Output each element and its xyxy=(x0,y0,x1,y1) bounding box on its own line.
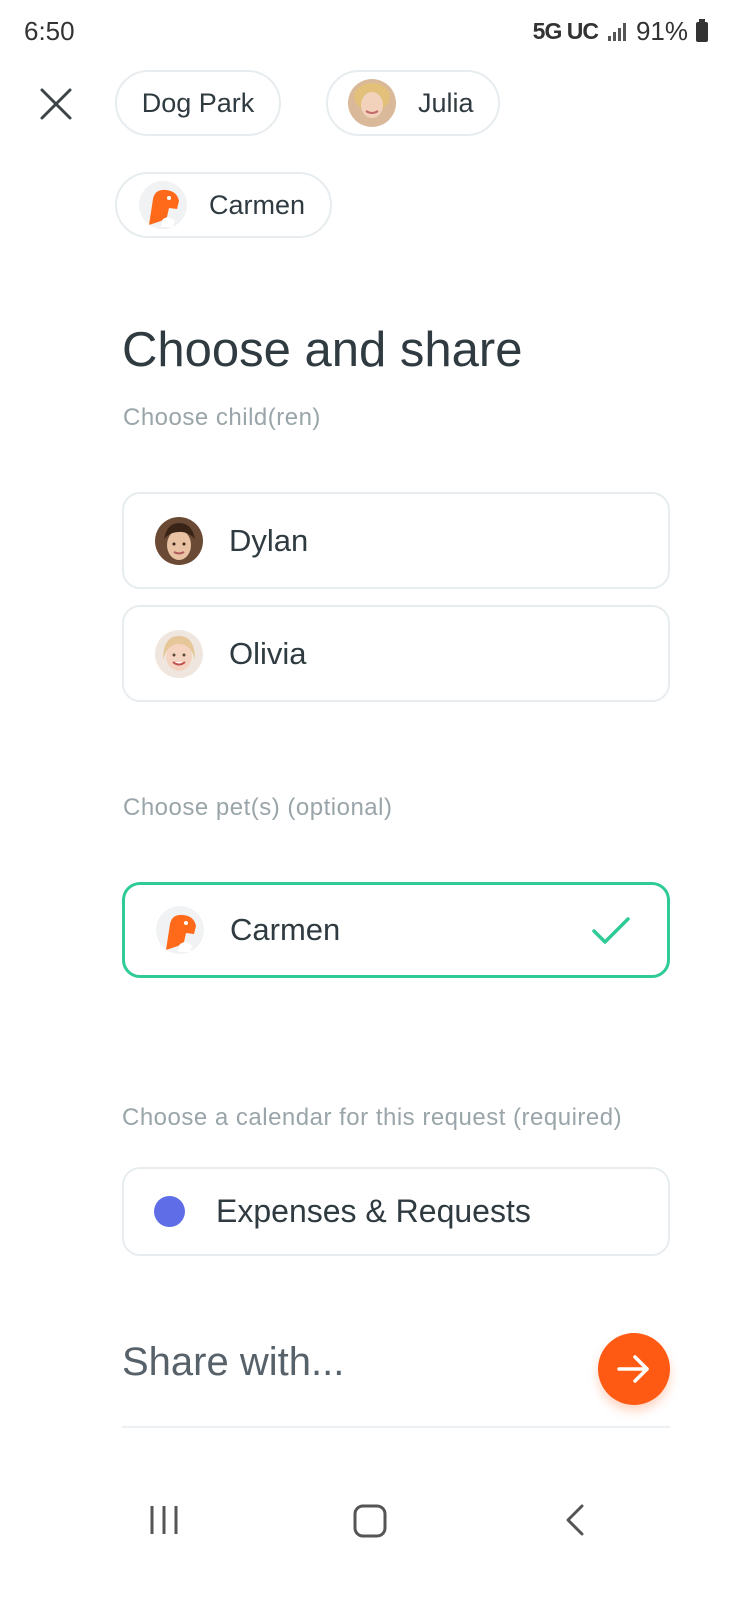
calendar-section-label: Choose a calendar for this request (requ… xyxy=(122,1104,623,1131)
children-section-label: Choose child(ren) xyxy=(123,404,321,431)
avatar xyxy=(155,629,203,678)
recents-button[interactable] xyxy=(148,1498,184,1543)
dog-avatar-icon xyxy=(139,181,187,229)
dog-avatar-icon xyxy=(156,906,204,954)
location-chip[interactable]: Dog Park xyxy=(115,70,281,136)
person-chip[interactable]: Julia xyxy=(326,70,500,136)
signal-icon xyxy=(607,22,626,41)
pet-name: Carmen xyxy=(230,912,341,947)
calendar-name: Expenses & Requests xyxy=(216,1193,531,1229)
child-option-olivia[interactable]: Olivia xyxy=(122,605,670,702)
close-icon xyxy=(40,88,72,120)
pets-section-label: Choose pet(s) (optional) xyxy=(123,794,393,821)
battery-icon xyxy=(696,18,708,42)
calendar-color-dot xyxy=(154,1196,185,1227)
status-time: 6:50 xyxy=(24,16,75,46)
next-button[interactable] xyxy=(598,1333,670,1405)
child-name: Olivia xyxy=(229,635,307,671)
close-button[interactable] xyxy=(30,78,82,130)
recents-icon xyxy=(150,1506,178,1534)
person-chip-label: Julia xyxy=(418,87,474,118)
home-button[interactable] xyxy=(350,1498,390,1547)
back-icon xyxy=(566,1504,584,1536)
avatar xyxy=(155,516,203,565)
calendar-select[interactable]: Expenses & Requests xyxy=(122,1167,670,1256)
check-icon xyxy=(592,917,630,944)
home-icon xyxy=(353,1504,387,1538)
back-button[interactable] xyxy=(560,1498,590,1547)
arrow-right-icon xyxy=(617,1355,649,1383)
divider xyxy=(122,1426,670,1428)
battery-label: 91% xyxy=(635,16,688,46)
share-with-field[interactable]: Share with... xyxy=(122,1340,344,1385)
pet-chip-label: Carmen xyxy=(209,189,306,220)
pet-option-carmen[interactable]: Carmen xyxy=(122,882,670,978)
child-option-dylan[interactable]: Dylan xyxy=(122,492,670,589)
page-title: Choose and share xyxy=(122,323,523,377)
child-name: Dylan xyxy=(229,522,309,558)
network-label: 5G UC xyxy=(532,18,599,44)
avatar xyxy=(348,79,396,127)
location-chip-label: Dog Park xyxy=(141,87,255,118)
status-indicators: 5G UC 91% xyxy=(533,16,708,47)
pet-chip[interactable]: Carmen xyxy=(115,172,332,238)
